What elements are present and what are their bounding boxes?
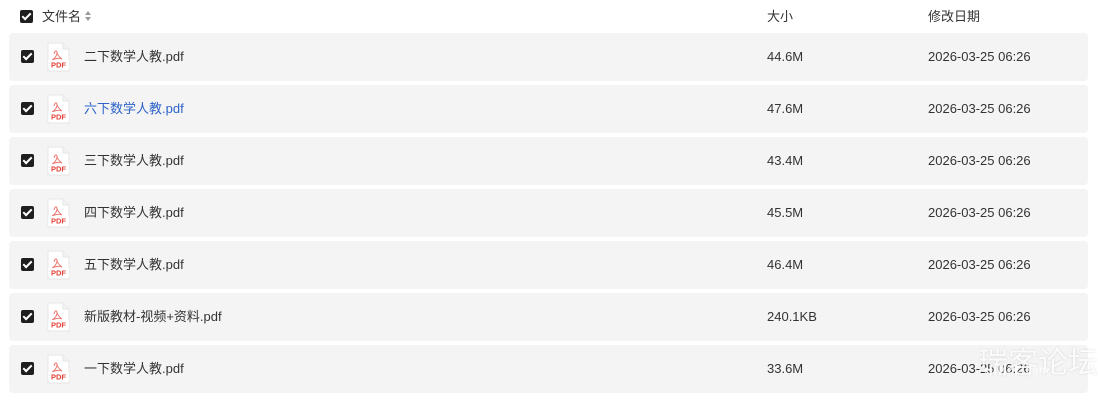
pdf-icon: PDF [47, 198, 70, 228]
row-checkbox[interactable] [21, 310, 34, 323]
pdf-icon: PDF [47, 94, 70, 124]
pdf-icon: PDF [47, 250, 70, 280]
row-checkbox[interactable] [21, 102, 34, 115]
file-modified-date: 2026-03-25 06:26 [928, 49, 1031, 64]
file-size: 47.6M [767, 101, 804, 116]
file-name[interactable]: 五下数学人教.pdf [84, 257, 184, 273]
file-name[interactable]: 二下数学人教.pdf [84, 49, 184, 65]
file-modified-date: 2026-03-25 06:26 [928, 153, 1031, 168]
file-row[interactable]: PDF 新版教材-视频+资料.pdf 240.1KB 2026-03-25 06:26 [9, 293, 1088, 341]
file-modified-date: 2026-03-25 06:26 [928, 257, 1031, 272]
pdf-icon-label: PDF [51, 269, 66, 278]
row-checkbox[interactable] [21, 206, 34, 219]
file-size: 45.5M [767, 205, 804, 220]
pdf-icon: PDF [47, 42, 70, 72]
row-checkbox[interactable] [21, 258, 34, 271]
file-modified-date: 2026-03-25 06:26 [928, 205, 1031, 220]
file-size: 46.4M [767, 257, 804, 272]
column-header-name[interactable]: 文件名 [42, 9, 81, 25]
file-size: 44.6M [767, 49, 804, 64]
column-header-date: 修改日期 [928, 9, 981, 24]
file-modified-date: 2026-03-25 06:26 [928, 101, 1031, 116]
pdf-icon-label: PDF [51, 165, 66, 174]
file-name[interactable]: 四下数学人教.pdf [84, 205, 184, 221]
file-size: 240.1KB [767, 309, 817, 324]
column-header-size: 大小 [767, 9, 794, 24]
file-name[interactable]: 三下数学人教.pdf [84, 153, 184, 169]
file-row[interactable]: PDF 一下数学人教.pdf 33.6M 2026-03-25 06:26 [9, 345, 1088, 393]
file-name[interactable]: 一下数学人教.pdf [84, 361, 184, 377]
pdf-icon: PDF [47, 354, 70, 384]
file-modified-date: 2026-03-25 06:26 [928, 309, 1031, 324]
row-checkbox[interactable] [21, 50, 34, 63]
file-name[interactable]: 六下数学人教.pdf [84, 101, 184, 117]
file-row[interactable]: PDF 四下数学人教.pdf 45.5M 2026-03-25 06:26 [9, 189, 1088, 237]
select-all-checkbox[interactable] [20, 10, 33, 23]
pdf-icon-label: PDF [51, 217, 66, 226]
pdf-icon-label: PDF [51, 113, 66, 122]
file-size: 43.4M [767, 153, 804, 168]
pdf-icon-label: PDF [51, 321, 66, 330]
file-row[interactable]: PDF 五下数学人教.pdf 46.4M 2026-03-25 06:26 [9, 241, 1088, 289]
file-modified-date: 2026-03-25 06:26 [928, 361, 1031, 376]
file-name[interactable]: 新版教材-视频+资料.pdf [84, 309, 222, 325]
row-checkbox[interactable] [21, 362, 34, 375]
pdf-icon: PDF [47, 302, 70, 332]
pdf-icon: PDF [47, 146, 70, 176]
pdf-icon-label: PDF [51, 61, 66, 70]
file-row[interactable]: PDF 二下数学人教.pdf 44.6M 2026-03-25 06:26 [9, 33, 1088, 81]
pdf-icon-label: PDF [51, 373, 66, 382]
sort-icon[interactable] [85, 11, 92, 23]
file-size: 33.6M [767, 361, 804, 376]
file-row[interactable]: PDF 六下数学人教.pdf 47.6M 2026-03-25 06:26 [9, 85, 1088, 133]
file-row[interactable]: PDF 三下数学人教.pdf 43.4M 2026-03-25 06:26 [9, 137, 1088, 185]
file-list-header: 文件名 大小 修改日期 [0, 0, 1098, 34]
row-checkbox[interactable] [21, 154, 34, 167]
